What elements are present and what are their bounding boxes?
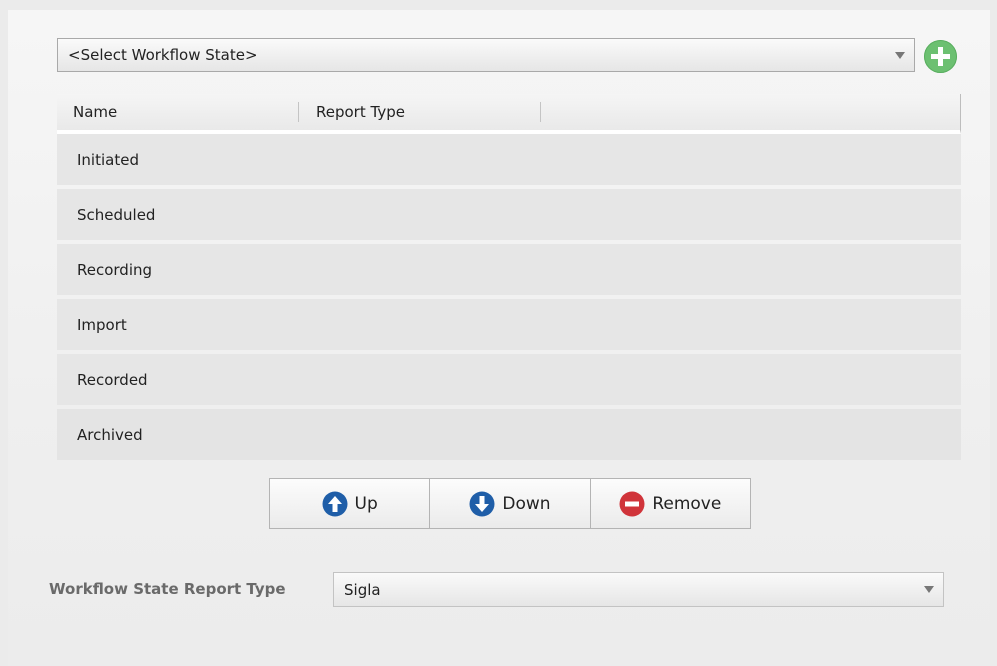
row-name: Recording [77,260,153,279]
remove-button[interactable]: Remove [589,479,750,528]
report-type-value: Sigla [344,580,381,599]
table-row[interactable]: Recording [57,244,961,295]
column-header-report-type[interactable]: Report Type [299,94,541,130]
row-name: Archived [77,425,143,444]
table-header: Name Report Type [57,94,961,134]
row-name: Recorded [77,370,148,389]
column-header-name-label: Name [73,103,118,121]
move-down-button[interactable]: Down [429,479,589,528]
table-row[interactable]: Recorded [57,354,961,405]
minus-circle-icon [619,491,645,516]
move-down-label: Down [502,493,551,514]
report-type-label: Workflow State Report Type [49,580,286,598]
move-up-label: Up [354,493,378,514]
chevron-down-icon [895,51,905,59]
workflow-state-select[interactable]: <Select Workflow State> [57,38,915,72]
table-row[interactable]: Import [57,299,961,350]
add-workflow-state-button[interactable] [924,40,957,73]
column-header-name[interactable]: Name [57,94,299,130]
table-row[interactable]: Scheduled [57,189,961,240]
move-up-button[interactable]: Up [270,479,429,528]
row-actions-toolbar: Up Down Remove [269,478,751,529]
report-type-select[interactable]: Sigla [333,572,944,607]
workflow-state-value: <Select Workflow State> [68,46,258,64]
arrow-up-circle-icon [322,491,348,516]
column-header-report-type-label: Report Type [316,103,405,121]
workflow-states-table: Name Report Type Initiated Scheduled Rec… [57,94,961,460]
row-name: Import [77,315,127,334]
table-row[interactable]: Archived [57,409,961,460]
table-row[interactable]: Initiated [57,134,961,185]
row-name: Initiated [77,150,139,169]
chevron-down-icon [924,586,934,593]
arrow-down-circle-icon [469,491,495,516]
column-separator[interactable] [540,102,541,122]
remove-label: Remove [652,493,722,514]
row-name: Scheduled [77,205,156,224]
